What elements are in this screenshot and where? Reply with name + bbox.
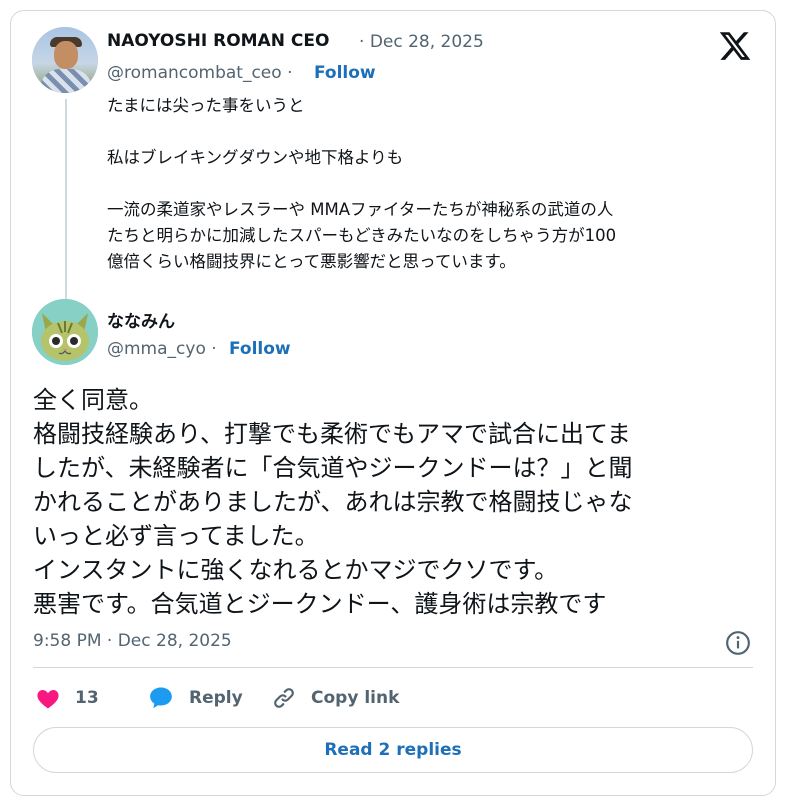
avatar-face <box>54 41 78 69</box>
tweet-card: NAOYOSHI ROMAN CEO · Dec 28, 2025 @roman… <box>10 10 776 796</box>
main-author-name[interactable]: ななみん <box>107 307 175 332</box>
thread-connector-line <box>65 99 67 302</box>
avatar-shirt <box>40 69 92 93</box>
reply-label: Reply <box>189 688 243 708</box>
main-author-handle[interactable]: @mma_cyo · <box>107 339 217 359</box>
parent-tweet-date[interactable]: · Dec 28, 2025 <box>359 32 484 52</box>
parent-tweet-text: たまには尖った事をいうと 私はブレイキングダウンや地下格よりも 一流の柔道家やレ… <box>107 96 617 271</box>
separator-dot: · <box>287 63 293 83</box>
main-tweet-text: 全く同意。 格闘技経験あり、打撃でも柔術でもアマで試合に出てま したが、未経験者… <box>33 386 633 618</box>
avatar-mma-cyo[interactable] <box>32 299 98 365</box>
parent-author-name[interactable]: NAOYOSHI ROMAN CEO <box>107 31 329 51</box>
link-icon <box>274 688 294 708</box>
heart-icon <box>37 689 59 709</box>
action-bar: 13 Reply Copy link <box>33 683 753 713</box>
parent-handle-text[interactable]: @romancombat_ceo <box>107 63 282 83</box>
info-icon[interactable] <box>725 630 751 656</box>
like-button[interactable]: 13 <box>35 683 99 713</box>
separator-dot: · <box>359 32 365 52</box>
copy-link-button[interactable]: Copy link <box>271 683 399 713</box>
avatar-romancombat-ceo[interactable] <box>32 27 98 93</box>
tweet-timestamp[interactable]: 9:58 PM · Dec 28, 2025 <box>33 631 232 651</box>
follow-button-main[interactable]: Follow <box>229 339 291 359</box>
reply-bubble-icon <box>150 687 172 709</box>
divider <box>33 667 753 668</box>
like-count: 13 <box>75 688 99 708</box>
main-handle-text[interactable]: @mma_cyo <box>107 339 206 359</box>
parent-author-handle[interactable]: @romancombat_ceo · <box>107 63 292 83</box>
x-logo-icon[interactable] <box>718 29 752 63</box>
parent-date-text[interactable]: Dec 28, 2025 <box>370 32 484 52</box>
cat-avatar-icon <box>32 299 98 365</box>
reply-button[interactable]: Reply <box>147 683 243 713</box>
separator-dot: · <box>211 339 217 359</box>
copy-link-label: Copy link <box>311 688 400 708</box>
follow-button-parent[interactable]: Follow <box>314 63 376 83</box>
read-replies-button[interactable]: Read 2 replies <box>33 727 753 773</box>
